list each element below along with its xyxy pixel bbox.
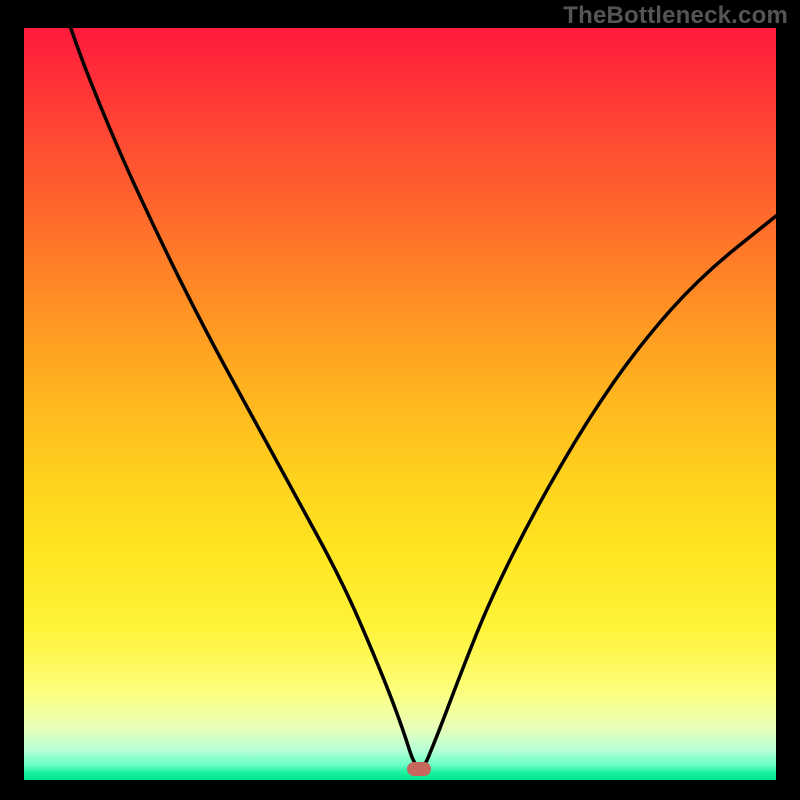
chart-frame: TheBottleneck.com	[0, 0, 800, 800]
optimal-marker	[407, 762, 431, 776]
bottleneck-curve	[24, 28, 776, 780]
plot-area	[24, 28, 776, 780]
watermark-text: TheBottleneck.com	[563, 2, 788, 30]
curve-path	[24, 28, 776, 767]
